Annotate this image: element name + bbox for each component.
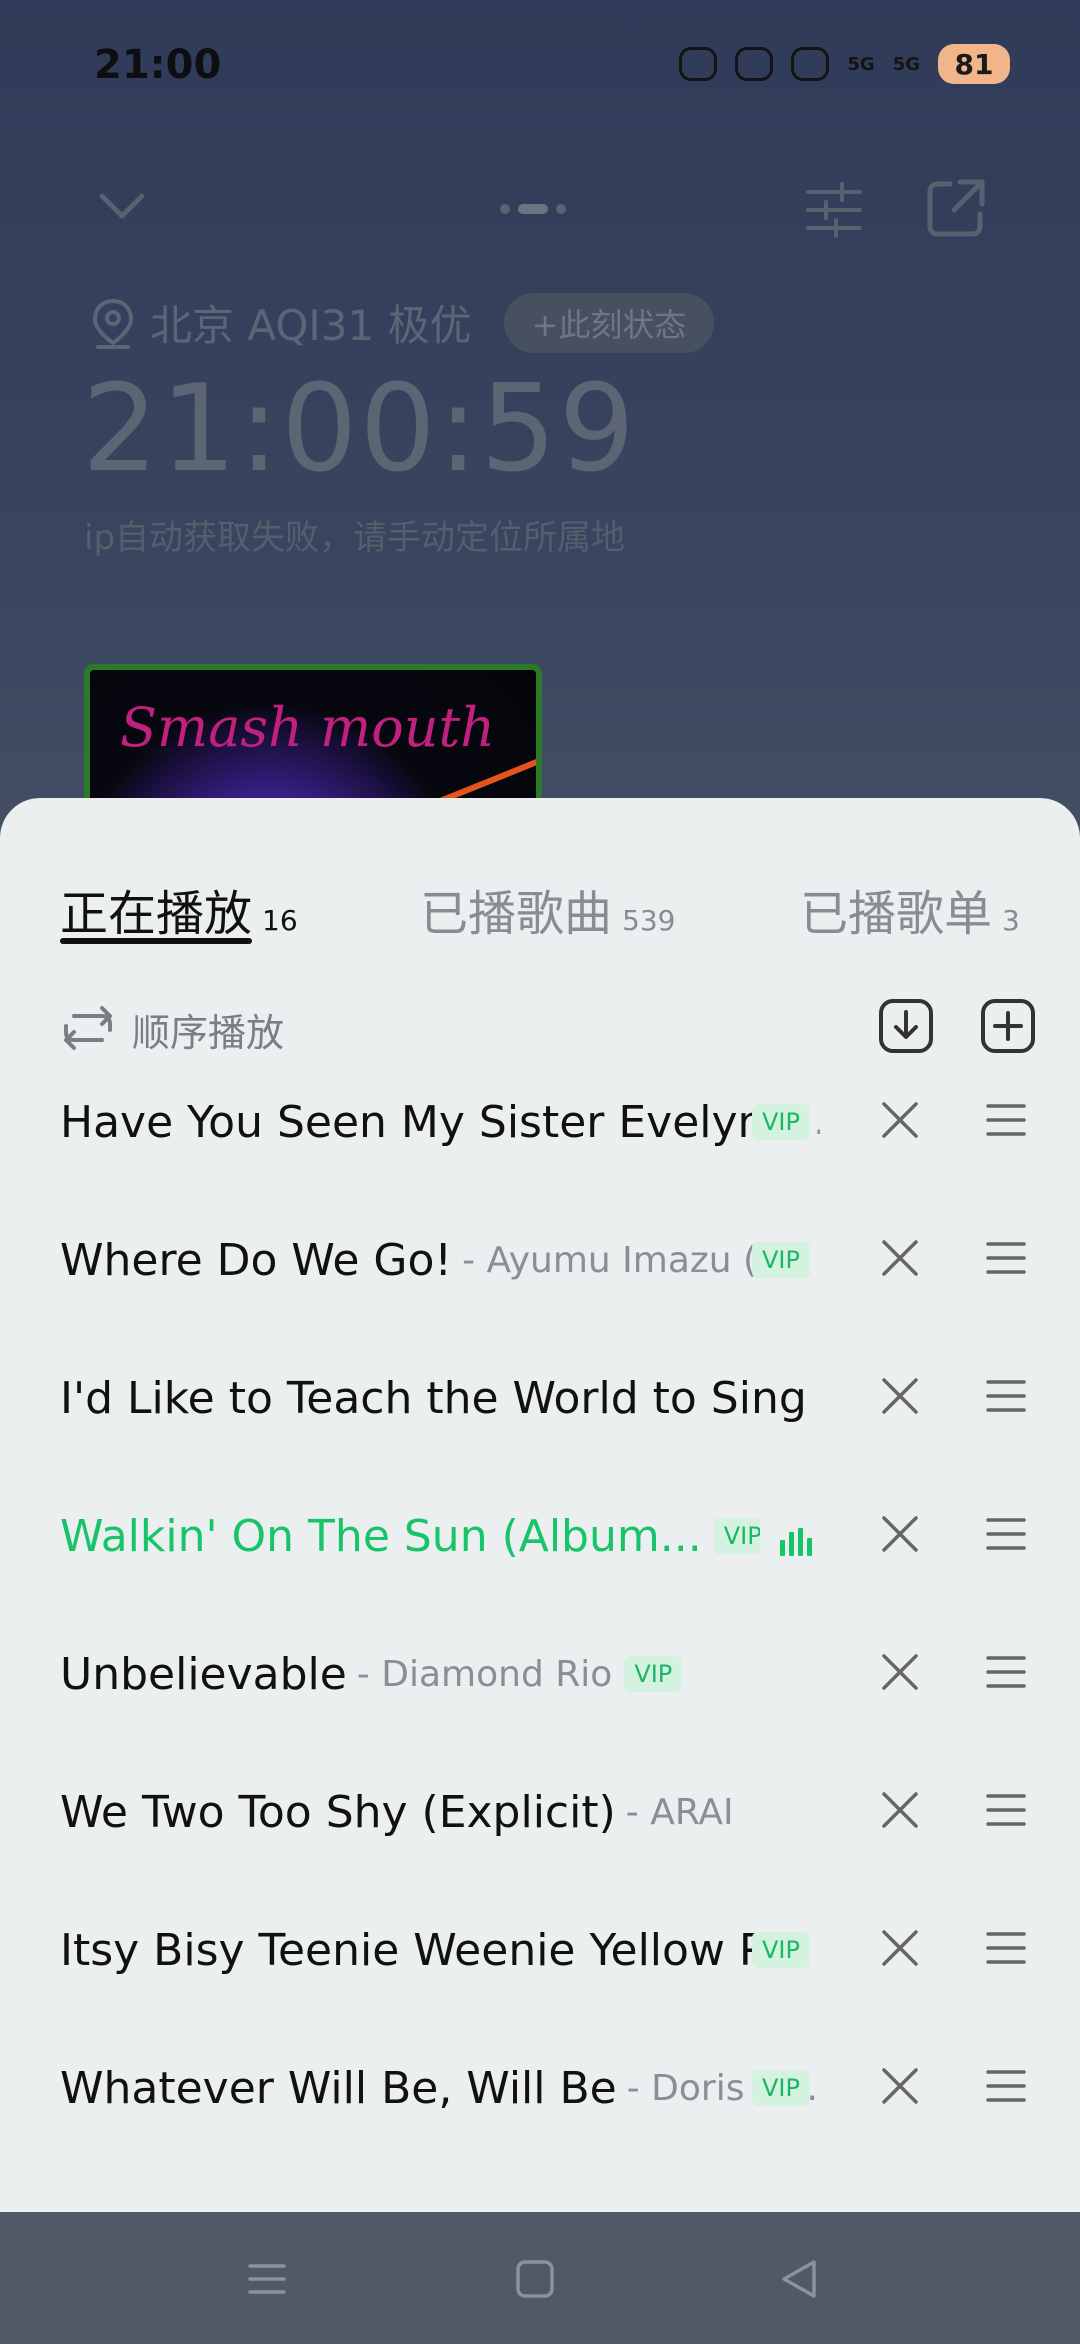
signal-5g-icon: 5G: [847, 53, 875, 75]
close-icon[interactable]: [876, 2062, 924, 2110]
tab-label: 已播歌曲: [420, 886, 613, 942]
status-button[interactable]: +此刻状态: [503, 292, 715, 353]
song-name: I'd Like to Teach the World to Sing (I..…: [60, 1372, 820, 1424]
close-icon[interactable]: [876, 1786, 924, 1834]
close-icon[interactable]: [876, 1510, 924, 1558]
add-icon[interactable]: [980, 998, 1036, 1054]
tab-played-songs[interactable]: 已播歌曲 539: [420, 874, 675, 944]
tab-label: 已播歌单: [800, 886, 993, 942]
tab-now-playing[interactable]: 正在播放 16: [60, 874, 298, 944]
vip-badge: VIP: [752, 2070, 810, 2106]
song-row[interactable]: We Two Too Shy (Explicit) - ARAI: [0, 1742, 1080, 1880]
vip-badge: VIP: [752, 1104, 810, 1140]
location-text[interactable]: 北京 AQI31 极优: [150, 292, 472, 353]
drag-handle-icon[interactable]: [984, 1926, 1028, 1970]
close-icon[interactable]: [876, 1924, 924, 1972]
drag-handle-icon[interactable]: [984, 1788, 1028, 1832]
nav-back-icon[interactable]: [774, 2254, 824, 2304]
drag-handle-icon[interactable]: [984, 1374, 1028, 1418]
song-row[interactable]: Where Do We Go! - Ayumu Imazu (... VIP: [0, 1190, 1080, 1328]
ip-note[interactable]: ip自动获取失败，请手动定位所属地: [84, 510, 625, 559]
status-icons: 5G 5G 81: [679, 44, 1010, 84]
song-row[interactable]: Itsy Bisy Teenie Weenie Yellow P... VIP: [0, 1880, 1080, 2018]
play-mode-label[interactable]: 顺序播放: [132, 1002, 284, 1057]
song-row[interactable]: Have You Seen My Sister Evelyn? ... VIP: [0, 1052, 1080, 1190]
vip-badge: VIP: [713, 1518, 760, 1554]
album-art-text: Smash mouth: [120, 696, 496, 759]
nav-home-icon[interactable]: [510, 2254, 560, 2304]
chevron-down-icon[interactable]: [96, 180, 148, 232]
status-bar: 21:00 5G 5G 81: [0, 0, 1080, 130]
song-row[interactable]: I'd Like to Teach the World to Sing (I..…: [0, 1328, 1080, 1466]
song-artist: - Ayumu Imazu (...: [462, 1239, 792, 1281]
share-icon[interactable]: [924, 174, 990, 240]
vip-badge: VIP: [752, 1242, 810, 1278]
page-dot: [500, 204, 510, 214]
close-icon[interactable]: [876, 1372, 924, 1420]
song-title-line: Have You Seen My Sister Evelyn? ...: [60, 1092, 820, 1152]
song-name: Itsy Bisy Teenie Weenie Yellow P...: [60, 1924, 801, 1976]
song-row[interactable]: Whatever Will Be, Will Be - Doris D... V…: [0, 2018, 1080, 2156]
song-row-playing[interactable]: Walkin' On The Sun (Album... VIP: [0, 1466, 1080, 1604]
vip-badge: VIP: [752, 1932, 810, 1968]
drag-handle-icon[interactable]: [984, 2064, 1028, 2108]
close-icon[interactable]: [876, 1096, 924, 1144]
tab-underline: [60, 938, 252, 944]
page-dot-active: [518, 204, 548, 214]
nav-menu-icon[interactable]: [242, 2254, 292, 2304]
drag-handle-icon[interactable]: [984, 1512, 1028, 1556]
battery-indicator: 81: [938, 44, 1010, 84]
tab-played-playlists[interactable]: 已播歌单 3: [800, 874, 1020, 944]
play-mode-row: 顺序播放: [60, 998, 1040, 1058]
song-name: Where Do We Go!: [60, 1234, 453, 1286]
song-name: Whatever Will Be, Will Be: [60, 2062, 617, 2114]
equalizer-icon[interactable]: [804, 180, 864, 240]
notification-icon: [735, 47, 774, 81]
location-icon: [92, 298, 134, 349]
status-time: 21:00: [94, 42, 222, 88]
page-dot: [556, 204, 566, 214]
system-nav-bar: [0, 2212, 1080, 2344]
song-name: Unbelievable: [60, 1648, 347, 1700]
vip-badge: VIP: [624, 1656, 683, 1692]
tab-count: 539: [622, 904, 676, 937]
song-artist: - ARAI: [625, 1791, 734, 1833]
tab-count: 3: [1002, 904, 1020, 937]
location-row: 北京 AQI31 极优 +此刻状态: [90, 292, 715, 353]
notification-icon: [679, 47, 718, 81]
signal-5g-icon: 5G: [892, 53, 920, 75]
tab-label: 正在播放: [60, 886, 253, 942]
playing-bars-icon: [780, 1528, 812, 1556]
repeat-icon[interactable]: [60, 1002, 116, 1054]
song-title-line: Unbelievable - Diamond Rio VIP: [60, 1644, 820, 1704]
playlist-sheet: 正在播放 16 已播歌曲 539 已播歌单 3 顺序播放 Have You Se…: [0, 798, 1080, 2212]
close-icon[interactable]: [876, 1648, 924, 1696]
playlist-tabs: 正在播放 16 已播歌曲 539 已播歌单 3: [0, 874, 1080, 964]
drag-handle-icon[interactable]: [984, 1236, 1028, 1280]
clock-display: 21:00:59: [82, 360, 637, 499]
song-name: Have You Seen My Sister Evelyn?: [60, 1096, 789, 1148]
drag-handle-icon[interactable]: [984, 1650, 1028, 1694]
close-icon[interactable]: [876, 1234, 924, 1282]
song-name: Walkin' On The Sun (Album...: [60, 1510, 702, 1562]
song-row[interactable]: Unbelievable - Diamond Rio VIP: [0, 1604, 1080, 1742]
song-title-line: Itsy Bisy Teenie Weenie Yellow P...: [60, 1920, 820, 1980]
song-title-line: Whatever Will Be, Will Be - Doris D...: [60, 2058, 820, 2118]
tab-count: 16: [262, 904, 298, 937]
song-title-line: Walkin' On The Sun (Album... VIP: [60, 1506, 760, 1566]
notification-icon: [791, 47, 830, 81]
song-title-line: Where Do We Go! - Ayumu Imazu (...: [60, 1230, 820, 1290]
song-title-line: We Two Too Shy (Explicit) - ARAI: [60, 1782, 820, 1842]
page-indicator: [500, 204, 566, 214]
drag-handle-icon[interactable]: [984, 1098, 1028, 1142]
player-header: [0, 170, 1080, 250]
song-name: We Two Too Shy (Explicit): [60, 1786, 616, 1838]
download-icon[interactable]: [878, 998, 934, 1054]
song-artist: - Diamond Rio: [356, 1653, 613, 1695]
song-title-line: I'd Like to Teach the World to Sing (I..…: [60, 1368, 820, 1428]
